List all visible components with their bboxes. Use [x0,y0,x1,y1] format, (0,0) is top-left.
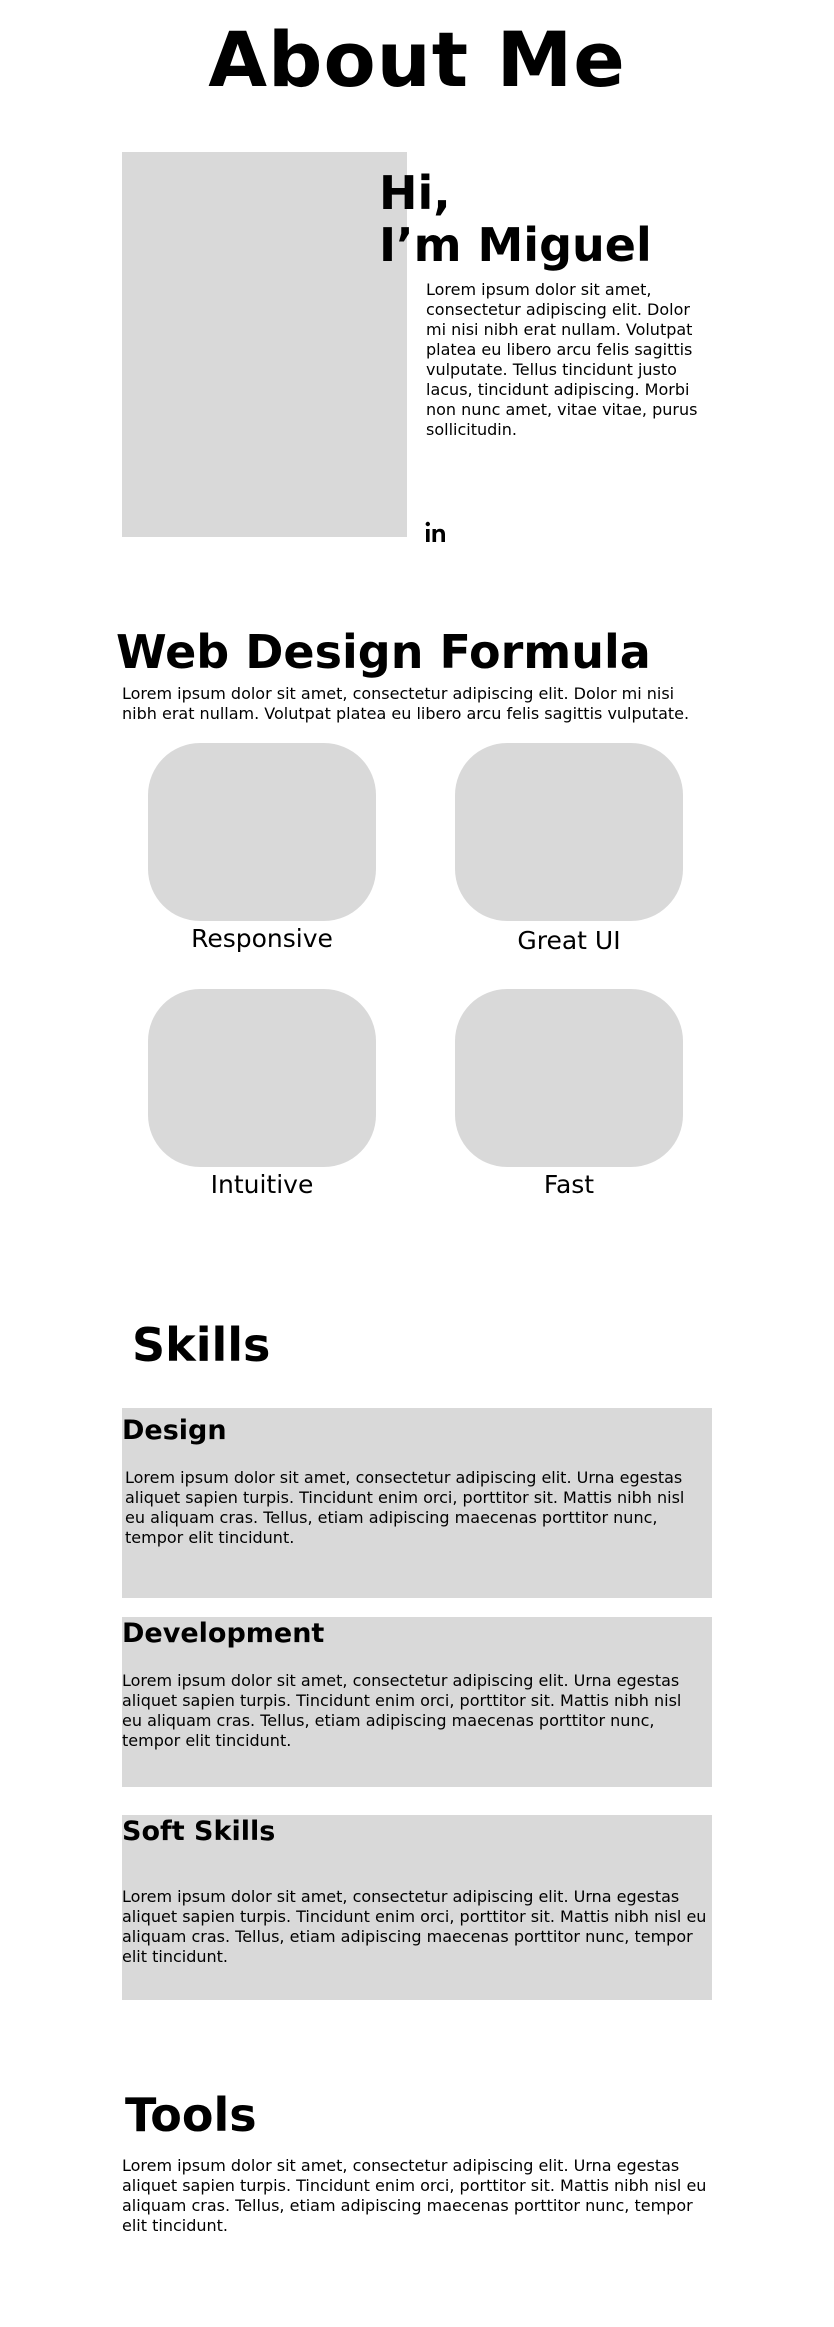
linkedin-icon[interactable] [424,520,448,544]
tools-text: Lorem ipsum dolor sit amet, consectetur … [122,2156,707,2235]
greeting-hi: Hi, [379,166,451,220]
feature-label-responsive: Responsive [191,924,333,953]
greeting-name: I’m Miguel [379,218,652,272]
skill-title-design: Design [122,1415,227,1446]
feature-label-fast: Fast [543,1170,595,1199]
skill-card-design: Design Lorem ipsum dolor sit amet, conse… [122,1408,712,1598]
intro-text: Lorem ipsum dolor sit amet, consectetur … [426,280,698,439]
formula-description: Lorem ipsum dolor sit amet, consectetur … [122,684,690,723]
skill-card-soft-skills: Soft Skills Lorem ipsum dolor sit amet, … [122,1815,712,2000]
skill-card-development: Development Lorem ipsum dolor sit amet, … [122,1617,712,1787]
feature-card-great-ui [455,743,683,921]
page-title: About Me [208,15,626,104]
formula-title: Web Design Formula [116,625,651,679]
skill-text-soft-skills: Lorem ipsum dolor sit amet, consectetur … [122,1887,707,1966]
feature-card-fast [455,989,683,1167]
profile-photo-placeholder [122,152,407,537]
tools-title: Tools [125,2088,257,2142]
skill-text-development: Lorem ipsum dolor sit amet, consectetur … [122,1671,682,1750]
feature-card-intuitive [148,989,376,1167]
feature-label-great-ui: Great UI [517,926,621,955]
skill-title-soft-skills: Soft Skills [122,1816,276,1847]
skill-text-design: Lorem ipsum dolor sit amet, consectetur … [125,1468,685,1547]
skills-title: Skills [132,1318,271,1372]
feature-label-intuitive: Intuitive [210,1170,314,1199]
feature-card-responsive [148,743,376,921]
skill-title-development: Development [122,1618,325,1649]
